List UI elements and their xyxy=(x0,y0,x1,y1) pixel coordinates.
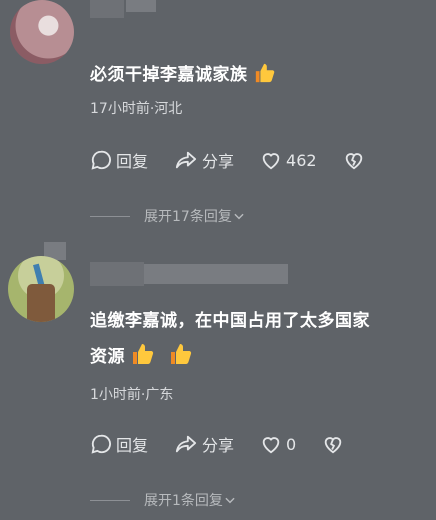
heart-icon xyxy=(262,437,280,454)
reply-icon xyxy=(91,434,111,454)
like-count: 462 xyxy=(286,150,317,170)
comment-actions: 回复 分享 0 xyxy=(90,432,374,456)
reply-icon xyxy=(91,150,111,170)
like-button[interactable]: 462 xyxy=(260,149,317,171)
share-button[interactable]: 分享 xyxy=(174,148,234,172)
chevron-down-icon xyxy=(225,497,235,504)
divider xyxy=(90,215,130,217)
share-icon xyxy=(175,435,197,453)
reply-button[interactable]: 回复 xyxy=(90,432,148,456)
thumbs-up-icon xyxy=(131,342,155,371)
reply-button[interactable]: 回复 xyxy=(90,148,148,172)
avatar[interactable] xyxy=(8,256,74,322)
blurred-username xyxy=(126,0,156,12)
like-button[interactable]: 0 xyxy=(260,433,296,455)
comment-text: 资源 xyxy=(90,342,193,371)
avatar[interactable] xyxy=(10,0,74,64)
comment-meta: 1小时前·广东 xyxy=(90,387,174,403)
broken-heart-icon xyxy=(324,437,342,454)
thumbs-up-icon xyxy=(169,342,193,371)
chevron-down-icon xyxy=(234,213,244,220)
comment-meta: 17小时前·河北 xyxy=(90,101,183,117)
broken-heart-icon xyxy=(345,153,362,170)
share-button[interactable]: 分享 xyxy=(174,432,234,456)
comment-text: 追缴李嘉诚，在中国占用了太多国家 xyxy=(90,311,370,331)
blurred-username xyxy=(90,0,124,18)
dislike-button[interactable] xyxy=(322,433,348,455)
expand-replies[interactable]: 展开17条回复 xyxy=(90,206,246,226)
blurred-username xyxy=(90,262,144,286)
thumbs-up-icon xyxy=(254,62,276,89)
divider xyxy=(90,499,130,501)
expand-replies[interactable]: 展开1条回复 xyxy=(90,490,237,510)
comment-actions: 回复 分享 462 xyxy=(90,148,395,172)
share-icon xyxy=(175,151,197,169)
like-count: 0 xyxy=(286,434,297,454)
blurred-username xyxy=(144,264,288,284)
heart-icon xyxy=(262,153,280,170)
dislike-button[interactable] xyxy=(343,149,369,171)
comment-text: 必须干掉李嘉诚家族 xyxy=(90,60,276,89)
